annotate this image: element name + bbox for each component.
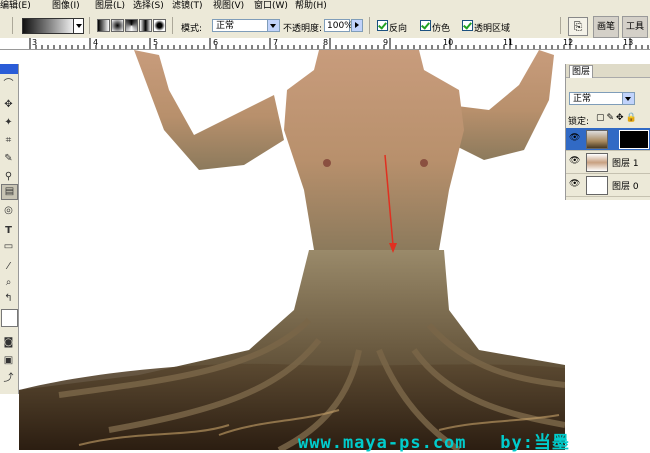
blend-mode-value: 正常 <box>573 94 592 104</box>
shape-icon[interactable]: ▭ <box>1 240 16 254</box>
angle-gradient-icon[interactable] <box>125 19 138 32</box>
jump-to-imageready-icon[interactable]: ⤴ <box>1 372 16 386</box>
layer-thumbnail <box>586 176 608 195</box>
mode-select[interactable]: 正常 <box>212 19 280 32</box>
chevron-down-icon <box>622 93 634 104</box>
nipple-left <box>323 159 331 167</box>
menu-window[interactable]: 窗口(W) <box>254 0 288 13</box>
ruler-label: 13 <box>623 38 634 47</box>
menu-edit[interactable]: 编辑(E) <box>0 0 31 13</box>
toolbox-panel: ⌒ ✥ ✦ ⌗ ✎ ⚲ ▤ ◎ T ▭ ⁄ ⌕ ↰ ◙ ▣ ⤴ <box>0 64 19 394</box>
file-browser-icon[interactable]: ⎘ <box>568 17 588 36</box>
horizontal-ruler: 3 4 5 6 7 8 9 10 11 12 13 <box>0 38 650 50</box>
tab-tool-presets[interactable]: 工具 <box>622 16 649 38</box>
layer-row-1[interactable]: 👁 图层 1 <box>566 151 650 174</box>
layer-name: 图层 1 <box>612 159 639 169</box>
chevron-down-icon <box>267 20 279 31</box>
eyedropper-icon[interactable]: ⁄ <box>1 260 16 274</box>
menu-image[interactable]: 图像(I) <box>52 0 80 13</box>
ruler-label: 8 <box>323 38 329 47</box>
layers-panel: 图层 正常 锁定: ▢✎✥🔒 👁 👁 图层 1 👁 图层 0 <box>565 64 650 200</box>
linear-gradient-icon[interactable] <box>97 19 110 32</box>
lock-options-icon[interactable]: ▢✎✥🔒 <box>596 113 639 123</box>
reflected-gradient-icon[interactable] <box>139 19 152 32</box>
gradient-picker-dropdown[interactable] <box>73 18 84 34</box>
blend-mode-select[interactable]: 正常 <box>569 92 635 105</box>
dither-checkbox[interactable] <box>420 20 431 31</box>
move-icon[interactable]: ✥ <box>1 98 16 112</box>
separator <box>89 17 90 34</box>
menu-layer[interactable]: 图层(L) <box>95 0 125 13</box>
separator <box>12 17 13 34</box>
opacity-label: 不透明度: <box>283 24 323 34</box>
lock-label: 锁定: <box>568 117 590 127</box>
layer-thumbnail <box>586 130 608 149</box>
torso <box>284 50 464 250</box>
separator <box>172 17 173 34</box>
gradient-icon[interactable]: ▤ <box>1 184 18 200</box>
separator <box>369 17 370 34</box>
menu-view[interactable]: 视图(V) <box>213 0 244 13</box>
nipple-right <box>420 159 428 167</box>
tab-brushes[interactable]: 画笔 <box>593 16 620 38</box>
reverse-checkbox[interactable] <box>377 20 388 31</box>
gradient-preview[interactable] <box>22 18 74 34</box>
ruler-label: 7 <box>273 38 279 47</box>
ruler-label: 5 <box>153 38 159 47</box>
tab-layers[interactable]: 图层 <box>569 65 594 78</box>
quick-mask-icon[interactable]: ◙ <box>1 336 16 350</box>
opacity-field[interactable]: 100% <box>324 19 353 32</box>
ruler-label: 4 <box>93 38 99 47</box>
menu-select[interactable]: 选择(S) <box>133 0 164 13</box>
stamp-icon[interactable]: ⚲ <box>1 170 16 184</box>
layer-row-selected[interactable]: 👁 <box>566 128 650 151</box>
composite-artwork <box>19 50 565 450</box>
screen-mode-icon[interactable]: ▣ <box>1 354 16 368</box>
left-arm <box>134 50 284 170</box>
menu-bar: 编辑(E) 图像(I) 图层(L) 选择(S) 滤镜(T) 视图(V) 窗口(W… <box>0 0 650 13</box>
layer-mask-thumbnail[interactable] <box>619 130 649 149</box>
opacity-slider-button[interactable] <box>351 19 363 32</box>
brush-icon[interactable]: ✎ <box>1 152 16 166</box>
ruler-label: 10 <box>443 38 454 47</box>
ruler-label: 6 <box>213 38 219 47</box>
eye-icon[interactable]: 👁 <box>569 180 580 189</box>
lasso-icon[interactable]: ⌒ <box>1 78 16 92</box>
opacity-value: 100% <box>327 21 353 31</box>
transparency-label: 透明区域 <box>474 24 511 34</box>
type-icon[interactable]: T <box>1 224 16 238</box>
ruler-label: 11 <box>503 38 514 47</box>
ruler-label: 3 <box>32 38 38 47</box>
toolbox-titlebar[interactable] <box>0 64 18 74</box>
layer-thumbnail <box>586 153 608 172</box>
ruler-label: 9 <box>383 38 389 47</box>
options-bar: 模式: 正常 不透明度: 100% 反向 仿色 透明区域 ⎘ 画笔 工具 <box>0 13 650 39</box>
crop-icon[interactable]: ⌗ <box>1 134 16 148</box>
diamond-gradient-icon[interactable] <box>153 19 166 32</box>
layers-panel-header: 图层 <box>566 64 650 78</box>
zoom-icon[interactable]: ⌕ <box>1 276 16 290</box>
reverse-label: 反向 <box>389 24 408 34</box>
mode-label: 模式: <box>181 24 203 34</box>
blur-icon[interactable]: ◎ <box>1 204 16 218</box>
layer-row-0[interactable]: 👁 图层 0 <box>566 174 650 197</box>
watermark-text: www.maya-ps.com by:当墨 <box>298 433 570 453</box>
layer-name: 图层 0 <box>612 182 639 192</box>
mode-value: 正常 <box>216 21 235 31</box>
document-canvas[interactable] <box>19 50 565 450</box>
separator <box>560 17 561 34</box>
magic-wand-icon[interactable]: ✦ <box>1 116 16 130</box>
eye-icon[interactable]: 👁 <box>569 157 580 166</box>
ruler-label: 12 <box>563 38 574 47</box>
menu-filter[interactable]: 滤镜(T) <box>172 0 203 13</box>
eye-icon[interactable]: 👁 <box>569 134 580 143</box>
menu-help[interactable]: 帮助(H) <box>295 0 327 13</box>
background-color-swatch[interactable] <box>1 309 18 327</box>
radial-gradient-icon[interactable] <box>111 19 124 32</box>
transparency-checkbox[interactable] <box>462 20 473 31</box>
swap-colors-icon[interactable]: ↰ <box>1 292 16 306</box>
dither-label: 仿色 <box>432 24 451 34</box>
